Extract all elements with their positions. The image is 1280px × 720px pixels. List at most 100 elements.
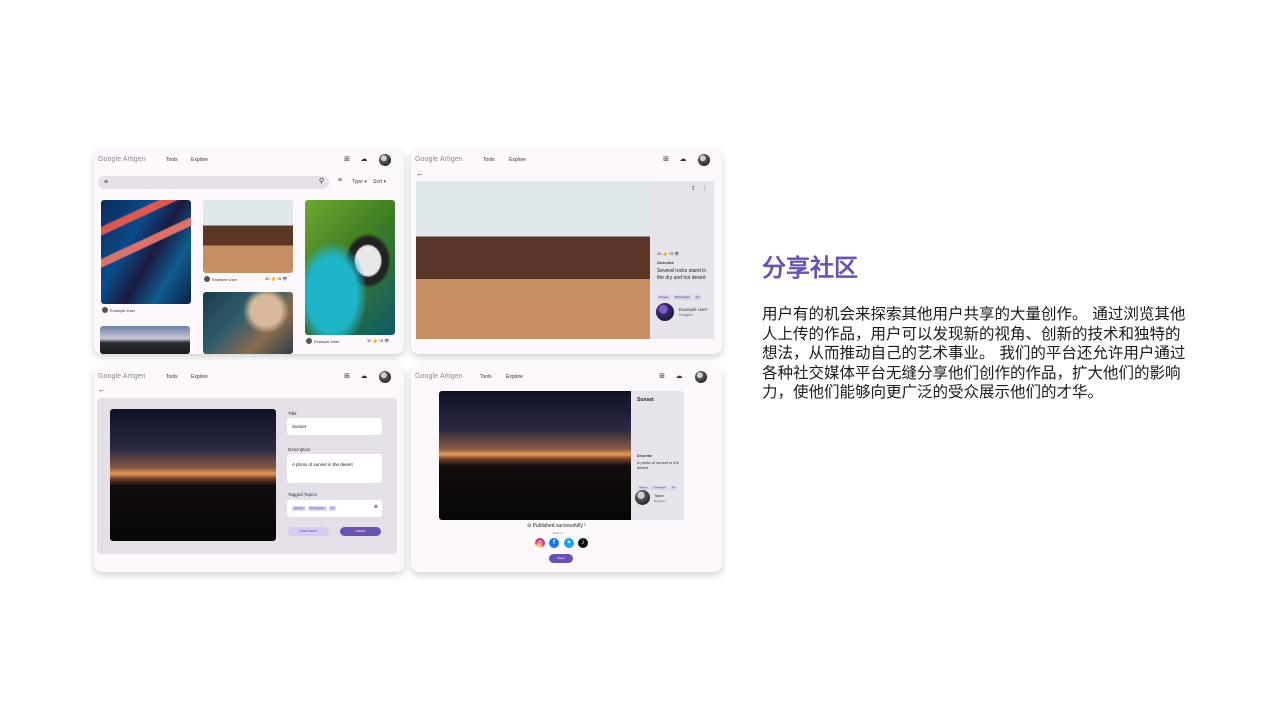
share-label: Share to bbox=[553, 532, 563, 535]
tag-chip[interactable]: #Photograph bbox=[672, 295, 692, 300]
add-icon[interactable]: ⊞ bbox=[662, 156, 670, 164]
tile-user-name: Example User bbox=[212, 276, 238, 282]
description-field[interactable]: A photo of sunset in the desert bbox=[287, 454, 382, 483]
detail-stats: 30 👍 78 👁 bbox=[657, 251, 680, 256]
tag-chip[interactable]: #Photograph bbox=[307, 506, 327, 511]
user-role: Designer bbox=[679, 313, 694, 317]
tile-caption: Example User bbox=[102, 307, 135, 313]
avatar[interactable] bbox=[695, 371, 707, 383]
publish-button[interactable]: Publish bbox=[340, 527, 381, 536]
sort-dropdown[interactable]: Sort ▾ bbox=[373, 179, 386, 185]
nav-tools[interactable]: Tools bbox=[166, 374, 178, 380]
user-avatar bbox=[102, 307, 108, 313]
type-dropdown[interactable]: Type ▾ bbox=[352, 179, 367, 185]
artwork-sunset bbox=[110, 409, 276, 541]
published-side-panel: Sunset Describe A photo of sunset in the… bbox=[631, 391, 684, 520]
avatar[interactable] bbox=[698, 154, 710, 166]
tag-chip[interactable]: #AI bbox=[669, 486, 677, 490]
search-bar[interactable]: ≡ ⚲ bbox=[98, 176, 329, 189]
top-bar: Google Artigen Tools Explore ⊞ ☁ bbox=[411, 149, 722, 171]
app-logo: Google Artigen bbox=[415, 373, 463, 380]
user-avatar[interactable] bbox=[635, 490, 650, 505]
add-icon[interactable]: ⊞ bbox=[343, 373, 351, 381]
title-label: Title bbox=[288, 411, 297, 416]
facebook-icon[interactable]: f bbox=[549, 538, 559, 548]
topics-field[interactable]: #Artigen #Photograph #AI ⊕ bbox=[287, 500, 382, 517]
tag-list: #Artigen #Photograph #AI bbox=[657, 285, 713, 303]
nav-explore[interactable]: Explore bbox=[506, 374, 523, 380]
artwork-ocean[interactable] bbox=[203, 292, 293, 354]
nav-explore[interactable]: Explore bbox=[509, 157, 526, 163]
user-avatar bbox=[306, 338, 312, 344]
section-heading: 分享社区 bbox=[762, 254, 858, 282]
cloud-icon[interactable]: ☁ bbox=[675, 373, 683, 381]
share-icon[interactable]: ⇪ bbox=[691, 185, 696, 192]
check-circle-icon: ⊘ bbox=[527, 523, 532, 529]
top-bar: Google Artigen Tools Explore ⊞ ☁ bbox=[94, 366, 404, 388]
back-arrow-icon[interactable]: ← bbox=[416, 169, 424, 178]
user-name: Tatum bbox=[654, 494, 665, 498]
add-icon[interactable]: ⊞ bbox=[658, 373, 666, 381]
user-avatar[interactable] bbox=[656, 303, 674, 321]
artwork-sunset bbox=[439, 391, 631, 520]
tile-stats: 30 👍 78 👁 bbox=[367, 338, 390, 343]
artwork-parrot[interactable] bbox=[305, 200, 395, 335]
nav-tools[interactable]: Tools bbox=[166, 157, 178, 163]
artwork-desert[interactable] bbox=[203, 200, 293, 273]
avatar[interactable] bbox=[379, 154, 391, 166]
artwork-title: Sunset bbox=[637, 397, 654, 403]
done-button[interactable]: Done bbox=[549, 554, 573, 563]
tiktok-icon[interactable]: ♪ bbox=[578, 538, 588, 548]
avatar[interactable] bbox=[379, 371, 391, 383]
artwork-swirl[interactable] bbox=[101, 200, 191, 304]
tag-chip[interactable]: #Artigen bbox=[657, 295, 671, 300]
save-draft-button[interactable]: SAVE DRAFT bbox=[288, 527, 329, 536]
success-message: ⊘ Published successfully ! bbox=[527, 523, 586, 529]
tag-chip[interactable]: #Photograph bbox=[651, 486, 668, 490]
search-icon[interactable]: ⚲ bbox=[319, 177, 324, 185]
menu-icon[interactable]: ≡ bbox=[104, 178, 108, 187]
artwork-desert-large bbox=[416, 181, 650, 339]
upload-form: Title Sunset Description A photo of suns… bbox=[97, 398, 397, 554]
nav-explore[interactable]: Explore bbox=[191, 157, 208, 163]
tag-chip[interactable]: #Artigen bbox=[292, 506, 306, 511]
tile-stats: 30 👍 78 👁 bbox=[265, 276, 288, 281]
tag-chip[interactable]: #AI bbox=[693, 295, 702, 300]
instagram-icon[interactable]: ◎ bbox=[535, 538, 545, 548]
app-logo: Google Artigen bbox=[415, 156, 463, 163]
top-bar: Google Artigen Tools Explore ⊞ ☁ bbox=[94, 149, 404, 171]
tile-user-name: Example User bbox=[110, 307, 136, 313]
cloud-icon[interactable]: ☁ bbox=[360, 156, 368, 164]
artwork-landscape[interactable] bbox=[100, 326, 190, 354]
user-avatar bbox=[204, 276, 210, 282]
add-icon[interactable]: ⊞ bbox=[343, 156, 351, 164]
published-screen-mockup: Google Artigen Tools Explore ⊞ ☁ Sunset … bbox=[411, 366, 722, 572]
more-icon[interactable]: ⋮ bbox=[702, 185, 708, 192]
nav-explore[interactable]: Explore bbox=[191, 374, 208, 380]
section-paragraph: 用户有的机会来探索其他用户共享的大量创作。 通过浏览其他人上传的作品，用户可以发… bbox=[762, 305, 1186, 401]
filter-icon[interactable]: ≡ bbox=[338, 177, 342, 184]
nav-tools[interactable]: Tools bbox=[480, 374, 492, 380]
app-logo: Google Artigen bbox=[98, 373, 146, 380]
nav-tools[interactable]: Tools bbox=[483, 157, 495, 163]
user-role: Designer bbox=[654, 499, 667, 503]
browse-screen-mockup: Google Artigen Tools Explore ⊞ ☁ ≡ ⚲ ≡ T… bbox=[94, 149, 404, 354]
detail-description: Several rocks stand in the dry and hot d… bbox=[657, 268, 707, 281]
detail-screen-mockup: Google Artigen Tools Explore ⊞ ☁ ← ⇪ ⋮ 3… bbox=[411, 149, 722, 354]
cloud-icon[interactable]: ☁ bbox=[360, 373, 368, 381]
topics-label: Tagged Topics bbox=[288, 492, 317, 497]
user-name: Example User bbox=[679, 307, 708, 312]
back-arrow-icon[interactable]: ← bbox=[98, 385, 106, 394]
tile-caption: Example User bbox=[306, 338, 339, 344]
title-field[interactable]: Sunset bbox=[287, 418, 382, 435]
app-logo: Google Artigen bbox=[98, 156, 146, 163]
describe-label: Describe bbox=[657, 260, 674, 265]
published-description: A photo of sunset in the desert bbox=[637, 460, 679, 470]
cloud-icon[interactable]: ☁ bbox=[679, 156, 687, 164]
twitter-icon[interactable]: ✦ bbox=[564, 538, 574, 548]
describe-label: Describe bbox=[637, 454, 652, 458]
top-bar: Google Artigen Tools Explore ⊞ ☁ bbox=[411, 366, 722, 388]
tag-chip[interactable]: #AI bbox=[328, 506, 337, 511]
add-tag-icon[interactable]: ⊕ bbox=[374, 504, 378, 510]
tile-caption: Example User bbox=[204, 276, 237, 282]
